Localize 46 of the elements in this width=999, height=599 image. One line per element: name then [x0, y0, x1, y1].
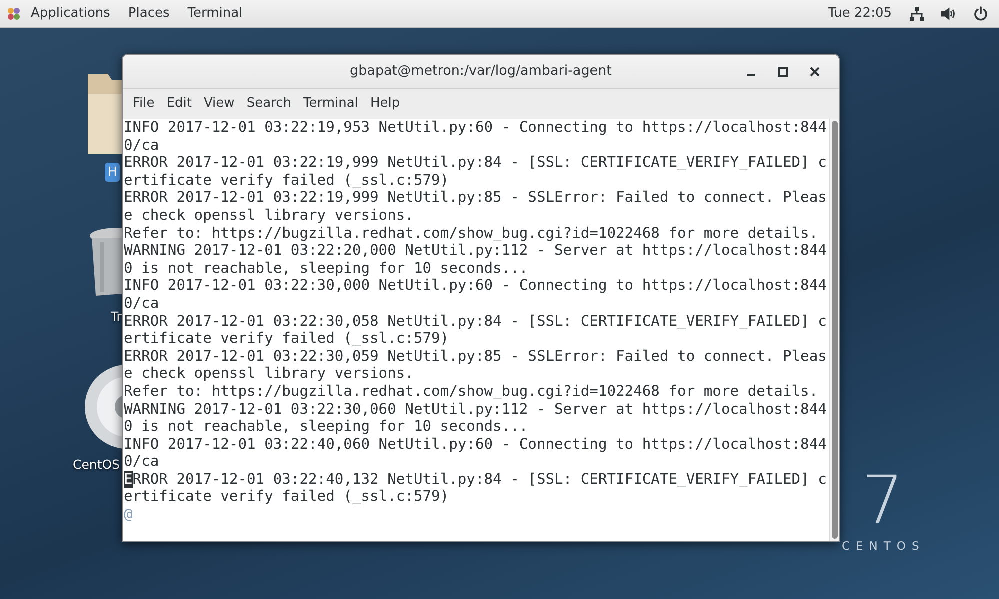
icon-label[interactable]: Tr — [111, 308, 122, 327]
terminal-line: ERROR 2017-12-01 03:22:30,058 NetUtil.py:84 - [SSL: CERTIFICATE_VERIFY_FAILED] c — [124, 312, 827, 330]
prompt-text: @ — [124, 506, 133, 524]
terminal-line: Refer to: https://bugzilla.redhat.com/show_bug.cgi?id=1022468 for more details. — [124, 382, 818, 400]
top-menu[interactable]: Places — [119, 0, 179, 27]
top-menu[interactable]: Terminal — [178, 0, 252, 27]
volume-icon[interactable] — [941, 6, 957, 22]
menu-item[interactable]: Edit — [160, 89, 198, 119]
terminal-line: e check openssl library versions. — [124, 206, 414, 224]
logo-numeral: 7 — [862, 468, 904, 534]
terminal-line: WARNING 2017-12-01 03:22:20,000 NetUtil.py:112 - Server at https://localhost:844 — [124, 242, 827, 260]
apps-icon[interactable] — [6, 6, 22, 22]
terminal-line: INFO 2017-12-01 03:22:40,060 NetUtil.py:60 - Connecting to https://localhost:844 — [124, 436, 827, 453]
terminal-line: 0 is not reachable, sleeping for 10 seconds... — [124, 260, 528, 277]
terminal-line: ERROR 2017-12-01 03:22:19,999 NetUtil.py:84 - [SSL: CERTIFICATE_VERIFY_FAILED] c — [124, 154, 827, 172]
logo-wordmark: CENTOS — [842, 538, 926, 555]
terminal-line: 0 is not reachable, sleeping for 10 seconds... — [124, 418, 528, 436]
terminal-line: ertificate verify failed (_ssl.c:579) — [124, 488, 450, 506]
clock[interactable]: Tue 22:05 — [819, 0, 901, 27]
terminal-line: Refer to: https://bugzilla.redhat.com/show_bug.cgi?id=1022468 for more details. — [124, 224, 818, 242]
menu-item[interactable]: Help — [364, 89, 406, 119]
terminal-line: WARNING 2017-12-01 03:22:30,060 NetUtil.py:112 - Server at https://localhost:844 — [124, 400, 827, 418]
window-title: gbapat@metron:/var/log/ambari-agent — [350, 62, 612, 82]
maximize-icon[interactable] — [778, 67, 788, 77]
terminal-line: 0/ca — [124, 294, 160, 312]
terminal-line: ERROR 2017-12-01 03:22:19,999 NetUtil.py:85 - SSLError: Failed to connect. Pleas — [124, 189, 827, 206]
terminal-line: INFO 2017-12-01 03:22:19,953 NetUtil.py:60 - Connecting to https://localhost:844 — [124, 119, 827, 136]
terminal-line: 0/ca — [124, 136, 160, 154]
terminal-line: ertificate verify failed (_ssl.c:579) — [124, 330, 450, 348]
close-icon[interactable] — [810, 67, 820, 77]
network-icon[interactable] — [909, 6, 925, 22]
menu-item[interactable]: File — [127, 89, 161, 119]
terminal-line: 0/ca — [124, 453, 160, 470]
terminal-line: e check openssl library versions. — [124, 365, 414, 382]
top-menu[interactable]: Applications — [22, 0, 120, 27]
scrollbar[interactable] — [829, 119, 839, 541]
cursor: E — [124, 470, 133, 488]
power-icon[interactable] — [973, 6, 989, 22]
terminal-line: ertificate verify failed (_ssl.c:579) — [124, 172, 450, 189]
icon-label[interactable]: CentOS — [73, 456, 120, 475]
menu-item[interactable]: View — [198, 89, 241, 119]
menu-item[interactable]: Terminal — [297, 89, 364, 119]
terminal-line: INFO 2017-12-01 03:22:30,000 NetUtil.py:60 - Connecting to https://localhost:844 — [124, 277, 827, 294]
menu-item[interactable]: Search — [240, 89, 298, 119]
terminal-line: RROR 2017-12-01 03:22:40,132 NetUtil.py:84 - [SSL: CERTIFICATE_VERIFY_FAILED] c — [132, 470, 827, 488]
terminal-line: ERROR 2017-12-01 03:22:30,059 NetUtil.py:85 - SSLError: Failed to connect. Pleas — [124, 348, 827, 365]
